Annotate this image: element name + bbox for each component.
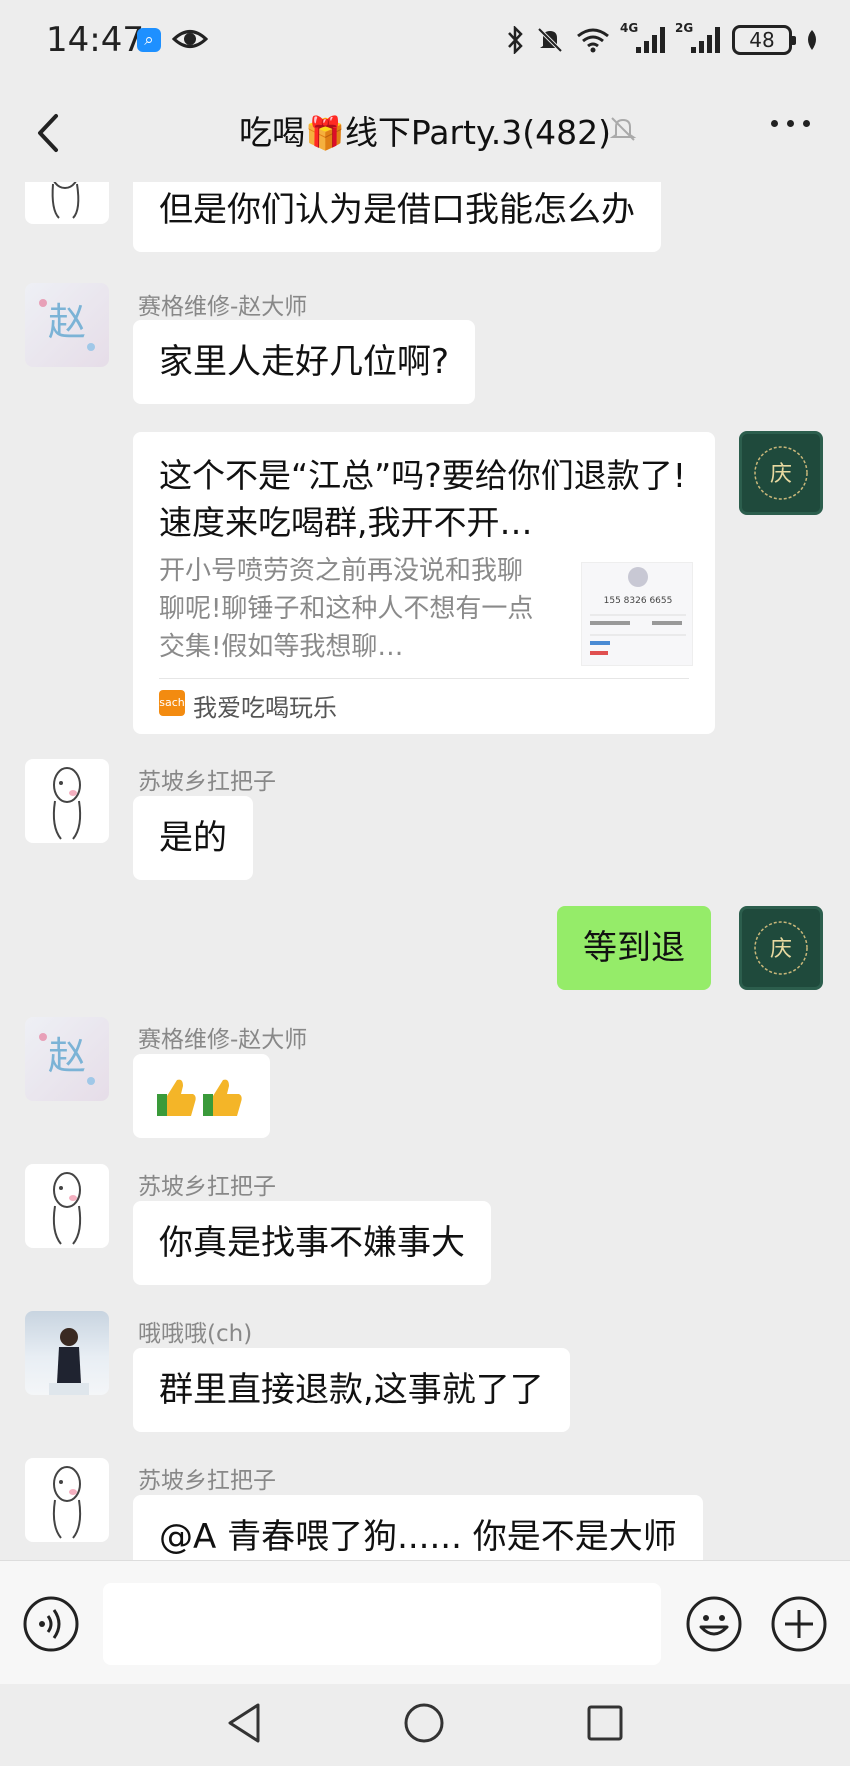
- card-thumbnail: 155 8326 6655: [581, 562, 693, 666]
- source-logo-icon: sach: [159, 690, 185, 716]
- chat-title: 吃喝🎁线下Party.3(482): [238, 113, 612, 152]
- sender-name: 苏坡乡扛把子: [138, 1468, 276, 1494]
- status-time: 14:47: [46, 20, 144, 60]
- avatar[interactable]: [25, 182, 109, 224]
- gift-emoji-icon: 🎁: [304, 114, 345, 152]
- eye-icon: [172, 30, 208, 48]
- more-options-button[interactable]: [771, 120, 810, 127]
- svg-text:庆: 庆: [770, 462, 792, 487]
- recents-nav-icon[interactable]: [585, 1701, 625, 1745]
- plus-icon[interactable]: [770, 1595, 828, 1653]
- avatar[interactable]: 赵: [25, 1017, 109, 1101]
- voice-input-icon[interactable]: [22, 1595, 80, 1653]
- back-nav-icon[interactable]: [224, 1701, 264, 1745]
- thumbs-up-icon: [157, 1079, 242, 1116]
- sender-name: 哦哦哦(ch): [138, 1321, 253, 1347]
- svg-text:赵: 赵: [48, 1034, 86, 1078]
- avatar[interactable]: [25, 1311, 109, 1395]
- status-bar: 14:47 ⌕ 4G 2G 48: [0, 0, 850, 80]
- emoji-message-bubble[interactable]: [133, 1054, 270, 1138]
- avatar[interactable]: 赵: [25, 283, 109, 367]
- sender-name: 苏坡乡扛把子: [138, 1174, 276, 1200]
- input-bar: [0, 1560, 850, 1684]
- muted-bell-icon: [609, 117, 637, 141]
- message-bubble[interactable]: 家里人走好几位啊?: [133, 320, 476, 404]
- svg-text:庆: 庆: [770, 937, 792, 962]
- svg-text:赵: 赵: [48, 300, 86, 344]
- signal-2g-icon: 2G: [675, 21, 720, 53]
- signal-4g-icon: 4G: [620, 21, 665, 53]
- message-bubble[interactable]: @A 青春喂了狗...... 你是不是大师: [133, 1495, 703, 1560]
- chat-messages: 但是你们认为是借口我能怎么办 赵 赛格维修-赵大师 家里人走好几位啊? 这个不是…: [0, 182, 850, 1560]
- search-app-icon: ⌕: [137, 28, 161, 52]
- mute-bell-icon: [537, 27, 563, 53]
- card-title: 这个不是“江总”吗?要给你们退款了!速度来吃喝群,我开不开…: [159, 456, 686, 542]
- leaf-icon: [808, 30, 816, 50]
- my-avatar[interactable]: 庆: [739, 906, 823, 990]
- card-description: 开小号喷劳资之前再没说和我聊聊呢!聊锤子和这种人不想有一点交集!假如等我想聊…: [159, 556, 534, 662]
- bluetooth-icon: [508, 26, 523, 54]
- wifi-icon: [577, 28, 609, 53]
- message-bubble[interactable]: 是的: [133, 796, 253, 880]
- card-source: 我爱吃喝玩乐: [193, 694, 337, 722]
- message-bubble[interactable]: 群里直接退款,这事就了了: [133, 1348, 570, 1432]
- my-message-bubble[interactable]: 等到退: [557, 906, 711, 990]
- home-nav-icon[interactable]: [402, 1701, 446, 1745]
- system-nav-bar: [0, 1684, 850, 1766]
- sender-name: 赛格维修-赵大师: [138, 1027, 308, 1053]
- message-bubble[interactable]: 你真是找事不嫌事大: [133, 1201, 491, 1285]
- battery-icon: 48: [732, 25, 796, 55]
- chat-header: 吃喝🎁线下Party.3(482): [0, 80, 850, 182]
- sender-name: 赛格维修-赵大师: [138, 294, 308, 320]
- sender-name: 苏坡乡扛把子: [138, 769, 276, 795]
- link-card[interactable]: 这个不是“江总”吗?要给你们退款了!速度来吃喝群,我开不开… 开小号喷劳资之前再…: [133, 432, 715, 734]
- message-input[interactable]: [103, 1583, 661, 1665]
- avatar[interactable]: [25, 759, 109, 843]
- my-avatar[interactable]: 庆: [739, 431, 823, 515]
- avatar[interactable]: [25, 1458, 109, 1542]
- avatar[interactable]: [25, 1164, 109, 1248]
- svg-text:155 8326 6655: 155 8326 6655: [604, 596, 673, 606]
- message-bubble[interactable]: 但是你们认为是借口我能怎么办: [133, 182, 661, 252]
- emoji-icon[interactable]: [685, 1595, 743, 1653]
